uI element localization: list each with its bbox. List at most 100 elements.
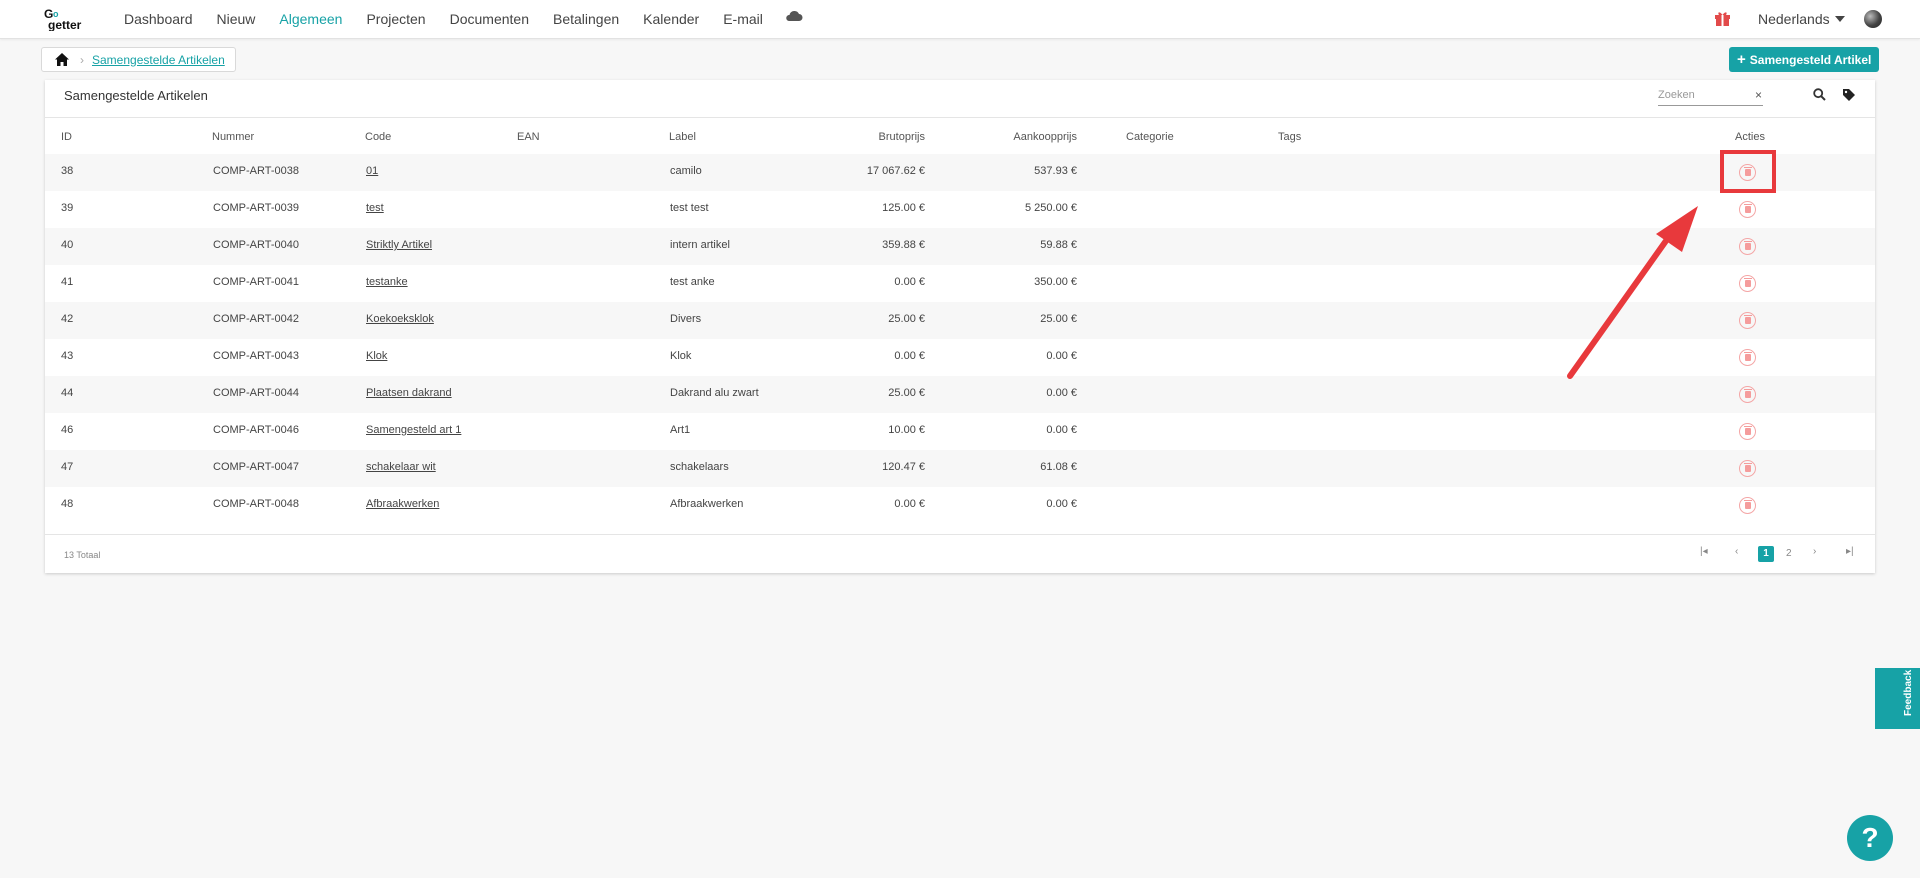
delete-button[interactable]	[1739, 312, 1756, 329]
cell-label: Dakrand alu zwart	[670, 387, 759, 399]
nav-projecten[interactable]: Projecten	[366, 11, 425, 27]
header-ean[interactable]: EAN	[517, 131, 540, 143]
cell-id: 44	[61, 387, 74, 399]
nav-email[interactable]: E-mail	[723, 11, 763, 27]
cell-brutoprijs: 17 067.62 €	[866, 165, 925, 177]
cell-code-link[interactable]: testanke	[366, 276, 408, 288]
next-page-icon[interactable]: ›	[1813, 546, 1816, 557]
tag-icon[interactable]	[1842, 88, 1856, 102]
feedback-tab[interactable]: Feedback	[1875, 668, 1920, 729]
cell-code-link[interactable]: test	[366, 202, 384, 214]
delete-button[interactable]	[1739, 497, 1756, 514]
delete-button[interactable]	[1739, 201, 1756, 218]
trash-icon	[1743, 500, 1752, 509]
cell-nummer: COMP-ART-0048	[213, 498, 299, 510]
cell-nummer: COMP-ART-0042	[213, 313, 299, 325]
cell-code-link[interactable]: schakelaar wit	[366, 461, 436, 473]
header-id[interactable]: ID	[61, 131, 72, 143]
divider	[45, 534, 1875, 535]
cell-nummer: COMP-ART-0038	[213, 165, 299, 177]
delete-button[interactable]	[1739, 349, 1756, 366]
divider	[45, 117, 1875, 118]
delete-button[interactable]	[1739, 423, 1756, 440]
header-acties: Acties	[1735, 131, 1765, 143]
header-label[interactable]: Label	[669, 131, 696, 143]
header-brutoprijs[interactable]: Brutoprijs	[825, 131, 925, 143]
close-icon[interactable]: ×	[1755, 88, 1762, 102]
header-tags[interactable]: Tags	[1278, 131, 1301, 143]
cell-code-link[interactable]: Koekoeksklok	[366, 313, 434, 325]
nav-nieuw[interactable]: Nieuw	[217, 11, 256, 27]
nav-dashboard[interactable]: Dashboard	[124, 11, 193, 27]
table-row[interactable]: 47 COMP-ART-0047 schakelaar wit schakela…	[45, 450, 1875, 487]
cell-label: test anke	[670, 276, 715, 288]
cell-brutoprijs: 0.00 €	[894, 350, 925, 362]
trash-icon	[1743, 352, 1752, 361]
home-icon[interactable]	[54, 52, 70, 67]
annotation-highlight-box	[1720, 150, 1776, 193]
table-row[interactable]: 48 COMP-ART-0048 Afbraakwerken Afbraakwe…	[45, 487, 1875, 524]
chevron-right-icon: ›	[80, 52, 84, 67]
search-input[interactable]	[1658, 86, 1748, 104]
trash-icon	[1743, 241, 1752, 250]
cell-id: 48	[61, 498, 74, 510]
nav-algemeen[interactable]: Algemeen	[279, 11, 342, 27]
last-page-icon[interactable]: ▸|	[1846, 546, 1854, 557]
breadcrumb-current[interactable]: Samengestelde Artikelen	[92, 53, 225, 67]
delete-button[interactable]	[1739, 275, 1756, 292]
cell-aankoopprijs: 5 250.00 €	[1025, 202, 1077, 214]
cell-brutoprijs: 25.00 €	[888, 387, 925, 399]
cell-brutoprijs: 10.00 €	[888, 424, 925, 436]
cell-aankoopprijs: 59.88 €	[1040, 239, 1077, 251]
add-composite-article-button[interactable]: + Samengesteld Artikel	[1729, 47, 1880, 72]
table-row[interactable]: 46 COMP-ART-0046 Samengesteld art 1 Art1…	[45, 413, 1875, 450]
cell-code-link[interactable]: Klok	[366, 350, 387, 362]
trash-icon	[1743, 278, 1752, 287]
header-categorie[interactable]: Categorie	[1126, 131, 1174, 143]
search-icon[interactable]	[1813, 88, 1826, 101]
user-avatar[interactable]	[1864, 10, 1882, 28]
cell-id: 47	[61, 461, 74, 473]
trash-icon	[1743, 315, 1752, 324]
gift-icon[interactable]	[1714, 10, 1731, 27]
language-selector[interactable]: Nederlands	[1758, 11, 1845, 27]
card-title: Samengestelde Artikelen	[64, 88, 208, 103]
add-button-label: Samengesteld Artikel	[1749, 52, 1872, 67]
cell-nummer: COMP-ART-0043	[213, 350, 299, 362]
cell-code-link[interactable]: Plaatsen dakrand	[366, 387, 452, 399]
main-nav: Dashboard Nieuw Algemeen Projecten Docum…	[124, 0, 803, 38]
delete-button[interactable]	[1739, 386, 1756, 403]
page-2-button[interactable]: 2	[1786, 548, 1792, 559]
table-row[interactable]: 38 COMP-ART-0038 01 camilo 17 067.62 € 5…	[45, 154, 1875, 191]
cell-code-link[interactable]: 01	[366, 165, 378, 177]
cell-code-link[interactable]: Striktly Artikel	[366, 239, 432, 251]
cell-nummer: COMP-ART-0039	[213, 202, 299, 214]
caret-down-icon	[1834, 16, 1845, 22]
cell-id: 39	[61, 202, 74, 214]
trash-icon	[1743, 389, 1752, 398]
header-nummer[interactable]: Nummer	[212, 131, 254, 143]
cell-aankoopprijs: 0.00 €	[1046, 350, 1077, 362]
gogetter-logo[interactable]: G o getter	[44, 7, 100, 31]
nav-documenten[interactable]: Documenten	[450, 11, 529, 27]
cell-id: 40	[61, 239, 74, 251]
page-1-button[interactable]: 1	[1758, 546, 1774, 562]
prev-page-icon[interactable]: ‹	[1735, 546, 1738, 557]
nav-kalender[interactable]: Kalender	[643, 11, 699, 27]
nav-betalingen[interactable]: Betalingen	[553, 11, 619, 27]
delete-button[interactable]	[1739, 238, 1756, 255]
cell-label: schakelaars	[670, 461, 729, 473]
cell-code-link[interactable]: Afbraakwerken	[366, 498, 439, 510]
cell-aankoopprijs: 61.08 €	[1040, 461, 1077, 473]
cell-code-link[interactable]: Samengesteld art 1	[366, 424, 461, 436]
help-button[interactable]: ?	[1847, 815, 1893, 861]
cell-label: Klok	[670, 350, 692, 362]
first-page-icon[interactable]: |◂	[1700, 546, 1708, 557]
cell-brutoprijs: 0.00 €	[894, 276, 925, 288]
header-aankoopprijs[interactable]: Aankoopprijs	[975, 131, 1077, 143]
delete-button[interactable]	[1739, 460, 1756, 477]
cell-aankoopprijs: 350.00 €	[1034, 276, 1077, 288]
cloud-icon[interactable]	[785, 10, 803, 22]
header-code[interactable]: Code	[365, 131, 391, 143]
annotation-arrow-icon	[1567, 206, 1698, 379]
